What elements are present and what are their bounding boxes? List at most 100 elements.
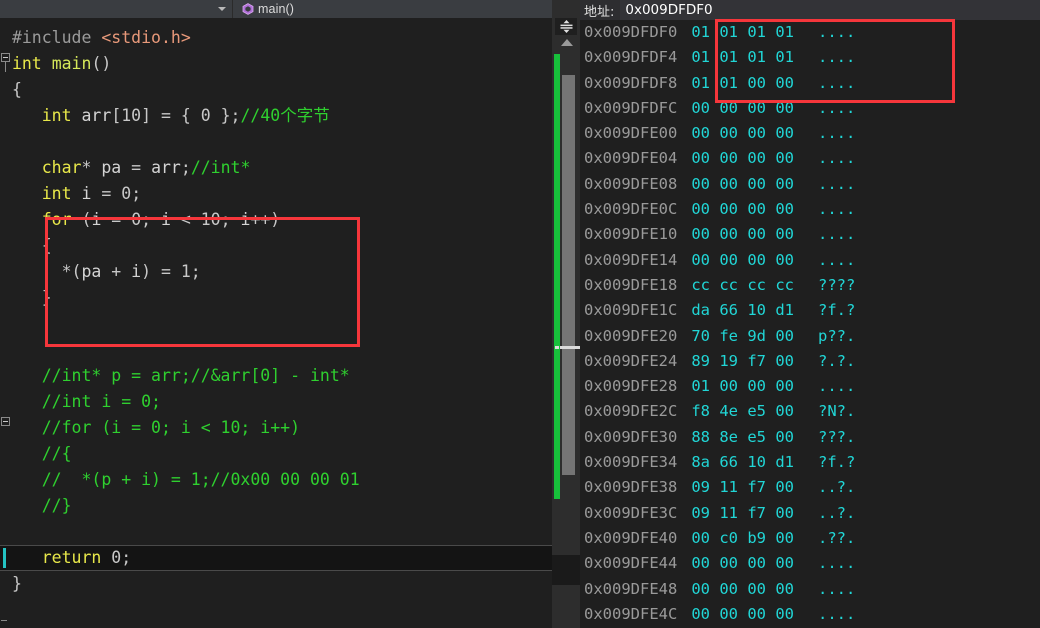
memory-row-bytes: 00 00 00 00 bbox=[691, 579, 794, 598]
code-token: #include bbox=[11, 28, 102, 47]
memory-row-ascii: .... bbox=[817, 73, 856, 92]
memory-address-bar[interactable]: 地址: bbox=[580, 0, 1040, 20]
code-line[interactable] bbox=[0, 337, 552, 363]
fold-end-marker bbox=[1, 620, 7, 621]
memory-row-ascii: p??. bbox=[817, 326, 856, 345]
memory-row-ascii: .... bbox=[817, 23, 856, 41]
memory-row-address: 0x009DFE28 bbox=[584, 377, 678, 396]
code-line[interactable]: *(pa + i) = 1; bbox=[0, 259, 552, 285]
memory-row-bytes: 00 00 00 00 bbox=[691, 250, 794, 269]
memory-row-bytes: 00 00 00 00 bbox=[691, 149, 794, 168]
memory-row-address: 0x009DFDF0 bbox=[584, 23, 678, 41]
code-line[interactable]: #include <stdio.h> bbox=[0, 25, 552, 51]
code-line[interactable]: } bbox=[0, 285, 552, 311]
code-line[interactable]: //int i = 0; bbox=[0, 389, 552, 415]
chevron-down-icon bbox=[218, 7, 226, 11]
memory-row: 0x009DFE1C da 66 10 d1 ?f.? bbox=[580, 298, 1040, 323]
scrollbar-position-marker bbox=[560, 346, 582, 349]
code-token: pa bbox=[81, 262, 102, 281]
editor-vertical-scrollbar[interactable] bbox=[552, 0, 582, 628]
memory-row-address: 0x009DFE30 bbox=[584, 427, 678, 446]
code-token: //for (i = 0; i < 10; i++) bbox=[41, 418, 301, 437]
memory-row-ascii: .... bbox=[817, 149, 856, 168]
code-token: <stdio.h> bbox=[101, 28, 191, 47]
memory-row: 0x009DFE0C 00 00 00 00.... bbox=[580, 197, 1040, 222]
code-line[interactable]: int arr[10] = { 0 };//40个字节 bbox=[0, 103, 552, 129]
code-line[interactable]: for (i = 0; i < 10; i++) bbox=[0, 207, 552, 233]
code-token: int bbox=[11, 54, 52, 73]
memory-row-ascii: .... bbox=[817, 200, 856, 219]
memory-row: 0x009DFE38 09 11 f7 00..?. bbox=[580, 475, 1040, 500]
current-line-caret bbox=[3, 548, 6, 568]
code-line[interactable]: // *(p + i) = 1;//0x00 00 00 01 bbox=[0, 467, 552, 493]
memory-row-address: 0x009DFDFC bbox=[584, 98, 678, 117]
split-horizontal-icon[interactable] bbox=[555, 18, 577, 35]
memory-row-ascii: .... bbox=[817, 554, 856, 573]
scope-dropdown[interactable] bbox=[0, 0, 233, 18]
code-token: ; bbox=[141, 210, 161, 229]
memory-row-address: 0x009DFE44 bbox=[584, 554, 678, 573]
code-line[interactable]: //int* p = arr;//&arr[0] - int* bbox=[0, 363, 552, 389]
code-token: //} bbox=[41, 496, 72, 515]
code-token: ; bbox=[190, 262, 201, 281]
memory-row-bytes: cc cc cc cc bbox=[691, 275, 794, 294]
memory-row-bytes: 01 00 00 00 bbox=[691, 377, 794, 396]
code-token: 1 bbox=[180, 262, 191, 281]
code-lines-container[interactable]: #include <stdio.h> int main() { int arr[… bbox=[0, 18, 552, 597]
memory-row-bytes: 09 11 f7 00 bbox=[691, 503, 794, 522]
memory-row-ascii: .... bbox=[817, 377, 856, 396]
scrollbar-thumb[interactable] bbox=[562, 75, 575, 475]
memory-row: 0x009DFE20 70 fe 9d 00 p??. bbox=[580, 324, 1040, 349]
code-line[interactable]: } bbox=[0, 571, 552, 597]
memory-row-ascii: ?N?. bbox=[817, 402, 856, 421]
memory-row-address: 0x009DFE40 bbox=[584, 528, 678, 547]
memory-row-bytes: 00 00 00 00 bbox=[691, 554, 794, 573]
memory-row: 0x009DFDF4 01 01 01 01.... bbox=[580, 45, 1040, 70]
memory-row-bytes: f8 4e e5 00 bbox=[691, 402, 794, 421]
code-line[interactable]: return 0; bbox=[0, 545, 552, 571]
code-line[interactable]: { bbox=[0, 77, 552, 103]
memory-row-address: 0x009DFE3C bbox=[584, 503, 678, 522]
code-line[interactable] bbox=[0, 311, 552, 337]
memory-row-ascii: ..?. bbox=[817, 503, 856, 522]
code-token: //int i = 0; bbox=[41, 392, 161, 411]
memory-row: 0x009DFE48 00 00 00 00.... bbox=[580, 577, 1040, 602]
memory-row-bytes: 00 00 00 00 bbox=[691, 604, 794, 623]
code-line[interactable]: int i = 0; bbox=[0, 181, 552, 207]
code-token: ) = bbox=[141, 262, 181, 281]
memory-row-bytes: 00 00 00 00 bbox=[691, 98, 794, 117]
memory-row-address: 0x009DFE2C bbox=[584, 402, 678, 421]
code-token: } bbox=[11, 574, 22, 593]
code-line[interactable]: char* pa = arr;//int* bbox=[0, 155, 552, 181]
memory-row-ascii: ???. bbox=[817, 427, 856, 446]
memory-address-input[interactable] bbox=[620, 0, 1040, 20]
code-line[interactable]: { bbox=[0, 233, 552, 259]
memory-window[interactable]: 地址: 0x009DFDF001 01 01 01....0x009DFDF40… bbox=[580, 0, 1040, 628]
code-line[interactable]: int main() bbox=[0, 51, 552, 77]
triangle-up-icon[interactable] bbox=[561, 39, 573, 46]
code-line[interactable] bbox=[0, 519, 552, 545]
editor-navigation-bar: main() bbox=[0, 0, 580, 18]
memory-row-ascii: ?f.? bbox=[817, 453, 856, 472]
code-token: i bbox=[131, 262, 142, 281]
memory-row: 0x009DFE18 cc cc cc cc???? bbox=[580, 273, 1040, 298]
memory-row-address: 0x009DFE18 bbox=[584, 275, 678, 294]
memory-row-ascii: .... bbox=[817, 98, 856, 117]
code-line[interactable]: //for (i = 0; i < 10; i++) bbox=[0, 415, 552, 441]
code-line[interactable]: //{ bbox=[0, 441, 552, 467]
memory-row: 0x009DFDF0 01 01 01 01.... bbox=[580, 20, 1040, 45]
code-line[interactable]: //} bbox=[0, 493, 552, 519]
member-dropdown-label: main() bbox=[258, 2, 295, 16]
code-line[interactable] bbox=[0, 129, 552, 155]
member-dropdown[interactable]: main() bbox=[233, 0, 580, 18]
memory-row-bytes: 09 11 f7 00 bbox=[691, 478, 794, 497]
memory-row-bytes: da 66 10 d1 bbox=[691, 301, 794, 320]
code-editor[interactable]: #include <stdio.h> int main() { int arr[… bbox=[0, 18, 552, 628]
code-token: char bbox=[41, 158, 82, 177]
memory-row-bytes: 00 c0 b9 00 bbox=[691, 528, 794, 547]
code-token: main bbox=[51, 54, 92, 73]
